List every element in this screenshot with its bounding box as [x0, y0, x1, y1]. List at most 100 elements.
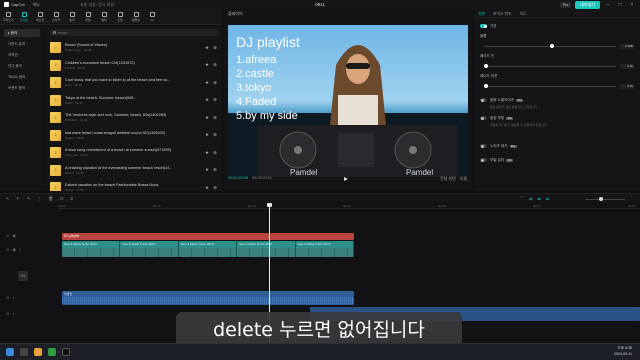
- tab-effects[interactable]: 효과: [64, 9, 80, 25]
- tab-filter[interactable]: 필터: [96, 9, 112, 25]
- add-icon[interactable]: ⊕: [212, 80, 218, 86]
- tab-voice-changer[interactable]: 보이스 변조: [493, 12, 512, 16]
- add-icon[interactable]: ⊕: [212, 132, 218, 138]
- ratio-button[interactable]: 비율: [460, 176, 467, 182]
- fadeout-slider[interactable]: [484, 83, 616, 88]
- category-item[interactable]: 브랜드 음악: [4, 84, 40, 92]
- fullscreen-button[interactable]: 전체 화면: [440, 176, 456, 182]
- track-item[interactable]: ♪ sea wave beach coast seagull ambient so…: [46, 127, 222, 145]
- eye-icon[interactable]: ◉: [12, 233, 16, 238]
- preview-axis-icon[interactable]: ⇌: [546, 196, 549, 202]
- favorite-icon[interactable]: ★: [204, 132, 210, 138]
- export-button[interactable]: 내보내기: [575, 1, 600, 9]
- video-clip[interactable]: Gen-3 Alpha Turbo 4072...: [237, 241, 296, 257]
- tab-music[interactable]: 오디오: [16, 9, 32, 25]
- fadein-value[interactable]: 0.0s: [620, 63, 634, 69]
- video-clip[interactable]: Gen-3 Alpha Turbo 4072...: [178, 241, 238, 257]
- play-icon[interactable]: [344, 177, 348, 181]
- lock-icon[interactable]: ⊙: [6, 247, 9, 252]
- track-item[interactable]: ♪ Tokyo at the beach, Summer, beach(949..…: [46, 92, 222, 110]
- video-clip[interactable]: Gen-3 Alpha Turbo 4072...: [62, 241, 121, 257]
- magnet-icon[interactable]: ⌒: [520, 196, 524, 202]
- track-item[interactable]: ♪ A relaxing vacation at the everlasting …: [46, 162, 222, 180]
- lock-icon[interactable]: ⊙: [6, 311, 9, 316]
- minimize-icon[interactable]: –: [604, 2, 612, 8]
- favorite-icon[interactable]: ★: [204, 115, 210, 121]
- separate-toggle[interactable]: [480, 158, 487, 162]
- link-icon[interactable]: ⇄: [529, 196, 532, 202]
- capcut-taskbar-icon[interactable]: [62, 348, 70, 356]
- video-clip[interactable]: Gen-3 Alpha Turbo 4072...: [120, 241, 179, 257]
- favorite-icon[interactable]: ★: [204, 45, 210, 51]
- maximize-icon[interactable]: □: [616, 2, 624, 8]
- volume-slider[interactable]: [484, 43, 616, 48]
- tab-text[interactable]: 텍스트: [32, 9, 48, 25]
- favorite-icon[interactable]: ★: [204, 97, 210, 103]
- tab-adjust[interactable]: 조정: [112, 9, 128, 25]
- tab-import[interactable]: 가져오기: [0, 9, 16, 25]
- audio-icon[interactable]: ◐: [19, 247, 21, 252]
- redo-icon[interactable]: ↷: [27, 196, 30, 201]
- normalize-toggle[interactable]: [480, 98, 487, 102]
- tab-template[interactable]: 템플릿: [128, 9, 144, 25]
- fadein-knob[interactable]: [484, 63, 488, 68]
- volume-value[interactable]: 0.0dB: [620, 43, 634, 49]
- lock-icon[interactable]: ⊙: [6, 295, 9, 300]
- clock[interactable]: 오후 6:38 2024-09-11: [614, 346, 632, 357]
- zoom-knob[interactable]: [599, 197, 603, 201]
- fadeout-knob[interactable]: [484, 83, 488, 88]
- chrome-icon[interactable]: [48, 348, 56, 356]
- noise-toggle[interactable]: [480, 144, 487, 148]
- select-tool-icon[interactable]: ↖: [6, 196, 9, 201]
- search-input[interactable]: beach: [50, 29, 218, 36]
- category-item[interactable]: 저작권: [4, 51, 40, 59]
- enhance-toggle[interactable]: [480, 116, 487, 120]
- volume-knob[interactable]: [550, 43, 554, 48]
- basic-checkbox[interactable]: [480, 24, 487, 28]
- volume-icon[interactable]: ◐: [12, 295, 14, 300]
- add-icon[interactable]: ⊕: [212, 115, 218, 121]
- fadeout-value[interactable]: 0.0s: [620, 83, 634, 89]
- tab-transition[interactable]: 전환: [80, 9, 96, 25]
- start-icon[interactable]: [6, 348, 14, 356]
- tab-speed[interactable]: 속도: [520, 12, 527, 16]
- folder-icon[interactable]: [34, 348, 42, 356]
- cover-button[interactable]: 커버: [18, 271, 28, 281]
- track-item[interactable]: ♪ Cool music that you want to listen to a…: [46, 74, 222, 92]
- category-item[interactable]: TikTok 음악: [4, 73, 40, 81]
- add-icon[interactable]: ⊕: [212, 167, 218, 173]
- zoom-slider[interactable]: [585, 197, 625, 201]
- split-icon[interactable]: ⋮: [37, 196, 41, 201]
- tab-sticker[interactable]: 스티커: [48, 9, 64, 25]
- track-item[interactable]: ♪ Beach (Sound of Waves) Ocean Tape · 00:4…: [46, 39, 222, 57]
- lock-icon[interactable]: ⊙: [6, 233, 9, 238]
- search-taskbar-icon[interactable]: [20, 348, 28, 356]
- track-item[interactable]: ♪ Distant vacation on the beach Fashionab…: [46, 179, 222, 191]
- favorite-icon[interactable]: ★: [204, 150, 210, 156]
- category-item[interactable]: 사운드 효과: [4, 40, 40, 48]
- category-item[interactable]: 인디 음악: [4, 62, 40, 70]
- undo-icon[interactable]: ↶: [16, 196, 19, 201]
- pro-button[interactable]: Pro: [559, 2, 572, 8]
- favorite-icon[interactable]: ★: [204, 167, 210, 173]
- close-icon[interactable]: ×: [628, 2, 636, 8]
- crop-icon[interactable]: ⌗: [71, 196, 73, 201]
- tab-ai[interactable]: AI: [144, 9, 160, 25]
- eye-icon[interactable]: ◉: [12, 247, 16, 252]
- track-item[interactable]: ♪ The Ventures style surf rock, Summer, b…: [46, 109, 222, 127]
- add-icon[interactable]: ⊕: [212, 62, 218, 68]
- fadein-slider[interactable]: [484, 63, 616, 68]
- add-icon[interactable]: ⊕: [212, 45, 218, 51]
- timeline-ruler[interactable]: 00:00 00:10 00:20 00:30 00:40 00:50 01:00: [58, 203, 640, 209]
- snap-icon[interactable]: ⇆: [537, 196, 540, 202]
- video-preview[interactable]: Pamdel Pamdel DJ playlist 1.afreea 2.cast…: [228, 25, 468, 177]
- tab-basic[interactable]: 기본: [478, 12, 485, 16]
- track-item[interactable]: ♪ Children's excursion beach CM(1331572) F…: [46, 57, 222, 75]
- add-icon[interactable]: ⊕: [212, 185, 218, 191]
- track-item[interactable]: ♪ A slow song reminiscent of a beach at s…: [46, 144, 222, 162]
- add-icon[interactable]: ⊕: [212, 97, 218, 103]
- audio-clip[interactable]: 이방인: [62, 291, 354, 305]
- favorite-icon[interactable]: ★: [204, 80, 210, 86]
- delete-icon[interactable]: 🗑: [48, 196, 53, 201]
- text-clip[interactable]: DJ playlist: [62, 233, 354, 240]
